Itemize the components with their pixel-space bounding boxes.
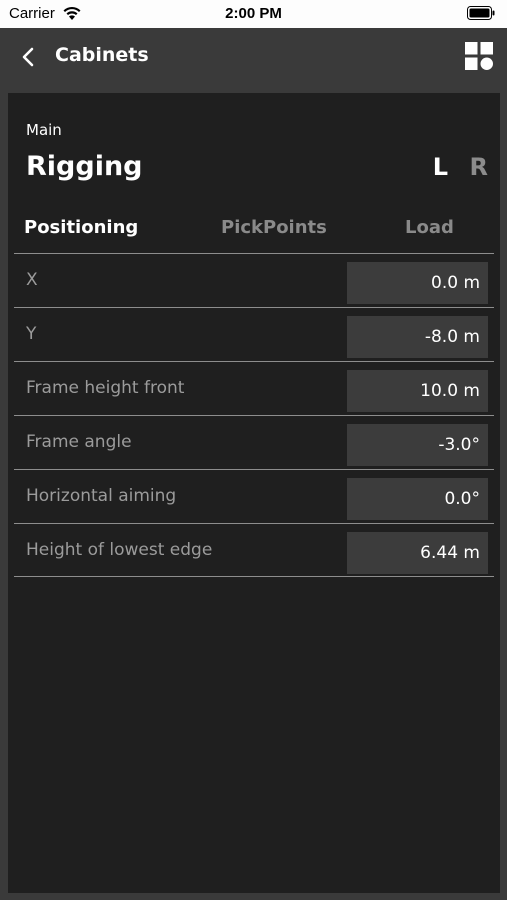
row-label: Height of lowest edge	[26, 540, 213, 560]
row-y: Y -8.0 m	[14, 307, 494, 361]
row-x: X 0.0 m	[14, 253, 494, 307]
chevron-left-icon[interactable]	[20, 46, 36, 68]
row-label: Horizontal aiming	[26, 486, 177, 506]
row-horizontal-aiming: Horizontal aiming 0.0°	[14, 469, 494, 523]
section-title: Rigging	[26, 151, 143, 182]
y-value-field[interactable]: -8.0 m	[347, 316, 488, 358]
tab-positioning[interactable]: Positioning	[24, 217, 138, 238]
side-l-toggle[interactable]: L	[433, 153, 448, 181]
frame-angle-field[interactable]: -3.0°	[347, 424, 488, 466]
row-frame-angle: Frame angle -3.0°	[14, 415, 494, 469]
positioning-list: X 0.0 m Y -8.0 m Frame height front 10.0…	[14, 253, 494, 577]
row-label: Y	[26, 324, 37, 344]
section-label: Main	[26, 121, 62, 139]
grid-icon[interactable]	[465, 42, 493, 70]
nav-title: Cabinets	[55, 44, 149, 66]
frame-height-front-field[interactable]: 10.0 m	[347, 370, 488, 412]
row-label: X	[26, 270, 38, 290]
rigging-panel: Main Rigging L R Positioning PickPoints …	[8, 93, 500, 893]
row-frame-height-front: Frame height front 10.0 m	[14, 361, 494, 415]
row-label: Frame height front	[26, 378, 185, 398]
side-r-toggle[interactable]: R	[470, 153, 488, 181]
navigation-bar: Cabinets	[0, 28, 507, 92]
tab-load[interactable]: Load	[405, 217, 454, 238]
status-bar: Carrier 2:00 PM	[0, 0, 507, 28]
battery-icon	[467, 6, 495, 20]
row-label: Frame angle	[26, 432, 132, 452]
row-height-of-lowest-edge: Height of lowest edge 6.44 m	[14, 523, 494, 577]
height-of-lowest-edge-field[interactable]: 6.44 m	[347, 532, 488, 574]
x-value-field[interactable]: 0.0 m	[347, 262, 488, 304]
tab-pickpoints[interactable]: PickPoints	[221, 217, 327, 238]
tab-bar: Positioning PickPoints Load	[8, 217, 500, 247]
horizontal-aiming-field[interactable]: 0.0°	[347, 478, 488, 520]
status-time: 2:00 PM	[225, 5, 282, 22]
